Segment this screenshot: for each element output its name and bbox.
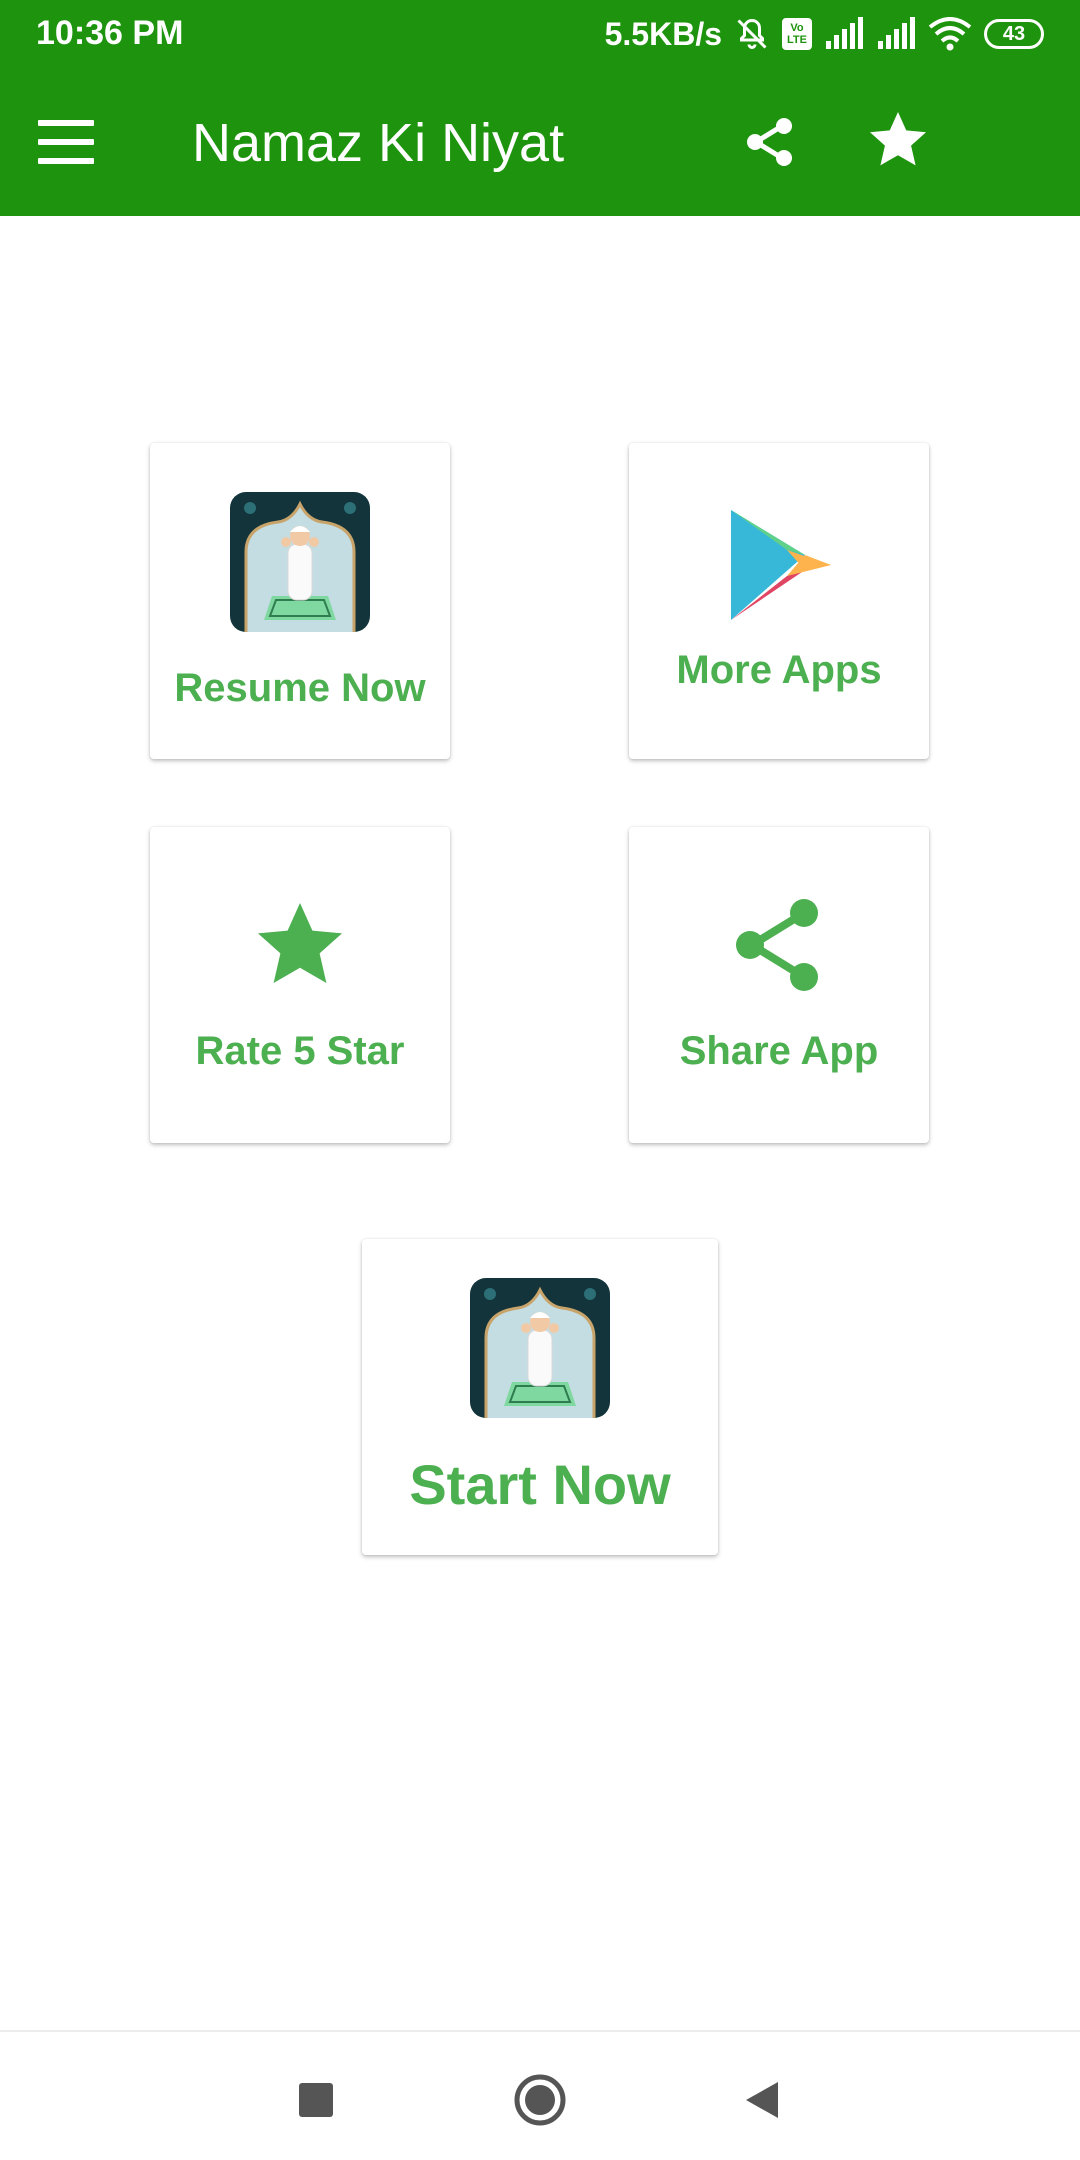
more-apps-card[interactable]: More Apps xyxy=(629,443,929,759)
start-now-card[interactable]: Start Now xyxy=(362,1239,718,1555)
prayer-thumbnail xyxy=(230,491,370,632)
menu-icon[interactable] xyxy=(38,120,94,164)
battery-icon: 43 xyxy=(984,19,1044,49)
share-app-label: Share App xyxy=(679,1028,879,1073)
prayer-thumbnail xyxy=(470,1277,610,1418)
status-icons: 5.5KB/s Vo LTE 43 xyxy=(605,12,1044,56)
rate-label: Rate 5 Star xyxy=(195,1028,405,1073)
mute-icon xyxy=(734,16,770,52)
start-now-label: Start Now xyxy=(409,1452,671,1516)
home-circle-icon[interactable] xyxy=(512,2072,568,2128)
app-title: Namaz Ki Niyat xyxy=(192,113,565,173)
share-app-card[interactable]: Share App xyxy=(629,827,929,1143)
resume-now-label: Resume Now xyxy=(174,665,426,710)
system-nav-bar xyxy=(0,2030,1080,2160)
volte-bottom-text: LTE xyxy=(787,34,807,46)
signal-icon xyxy=(876,17,916,51)
resume-now-card[interactable]: Resume Now xyxy=(150,443,450,759)
app-screen: 10:36 PM 5.5KB/s Vo LTE 43 Namaz Ki Niya… xyxy=(0,0,1080,2160)
signal-icon xyxy=(824,17,864,51)
star-icon xyxy=(252,897,348,993)
rate-card[interactable]: Rate 5 Star xyxy=(150,827,450,1143)
recents-square-icon[interactable] xyxy=(288,2072,344,2128)
app-header: 10:36 PM 5.5KB/s Vo LTE 43 Namaz Ki Niya… xyxy=(0,0,1080,216)
back-triangle-icon[interactable] xyxy=(736,2072,792,2128)
share-icon[interactable] xyxy=(742,114,798,170)
network-speed: 5.5KB/s xyxy=(604,15,722,52)
battery-level: 43 xyxy=(1002,22,1026,45)
volte-icon: Vo LTE xyxy=(782,18,812,50)
status-time: 10:36 PM xyxy=(36,14,184,52)
play-store-icon xyxy=(731,509,841,620)
share-icon xyxy=(734,897,824,993)
more-apps-label: More Apps xyxy=(676,647,882,692)
volte-top-text: Vo xyxy=(790,22,804,34)
star-icon[interactable] xyxy=(866,108,930,172)
wifi-icon xyxy=(928,17,972,51)
